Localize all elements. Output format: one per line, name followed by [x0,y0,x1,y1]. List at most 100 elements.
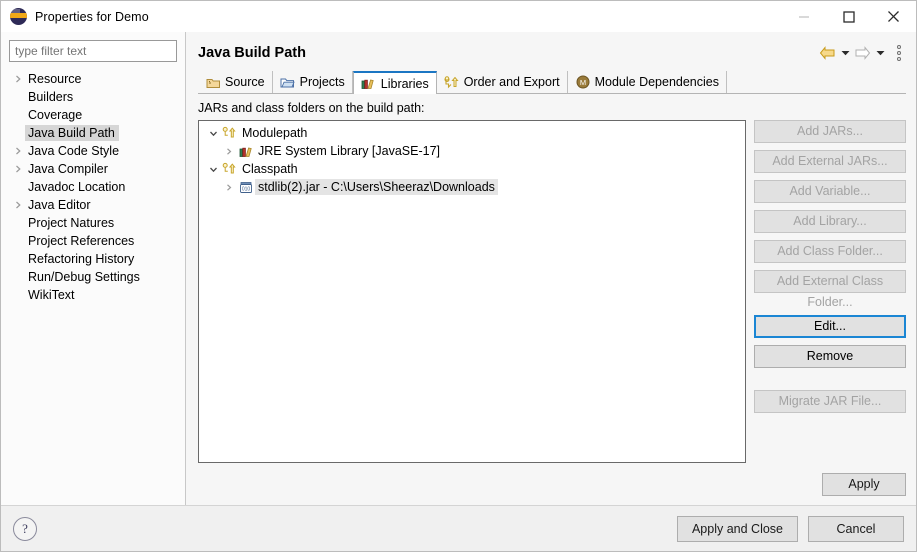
page-nav-tools [819,43,906,63]
tree-row-label: Classpath [242,162,298,176]
library-action-buttons: Add JARs... Add External JARs... Add Var… [754,120,906,463]
page-header: Java Build Path [198,38,906,68]
chevron-down-icon[interactable] [839,50,851,56]
sidebar-item-run-debug-settings[interactable]: Run/Debug Settings [1,268,185,286]
tree-row-jre-system-library[interactable]: JRE System Library [JavaSE-17] [199,142,745,160]
sidebar-item-coverage[interactable]: Coverage [1,106,185,124]
migrate-jar-file-button[interactable]: Migrate JAR File... [754,390,906,413]
tab-projects[interactable]: Projects [273,71,353,93]
chevron-down-icon[interactable] [205,129,221,138]
add-library-button[interactable]: Add Library... [754,210,906,233]
tree-row-modulepath[interactable]: Modulepath [199,124,745,142]
footer-buttons: Apply and Close Cancel [676,515,904,542]
cancel-button[interactable]: Cancel [808,515,904,542]
page-title: Java Build Path [198,45,306,61]
tab-libraries[interactable]: Libraries [352,71,437,94]
sidebar-item-java-build-path[interactable]: Java Build Path [1,124,185,142]
sidebar-item-project-natures[interactable]: Project Natures [1,214,185,232]
jar-icon: 010 [237,181,255,194]
edit-button[interactable]: Edit... [754,315,906,338]
sidebar-item-javadoc-location[interactable]: Javadoc Location [1,178,185,196]
tab-source[interactable]: Source [198,71,273,93]
tree-row-classpath[interactable]: Classpath [199,160,745,178]
button-spacer [754,300,906,308]
sidebar-item-label: Java Compiler [28,162,108,176]
settings-tree: Resource Builders Coverage Java Build Pa… [1,68,185,505]
tab-label: Order and Export [463,75,560,89]
forward-arrow-icon[interactable] [854,43,871,63]
dialog-footer: ? Apply and Close Cancel [1,505,916,551]
chevron-right-icon[interactable] [11,75,25,83]
sidebar-item-java-code-style[interactable]: Java Code Style [1,142,185,160]
sidebar-item-label: Project References [28,234,135,248]
sidebar-item-resource[interactable]: Resource [1,70,185,88]
tree-row-label: stdlib(2).jar - C:\Users\Sheeraz\Downloa… [255,179,498,195]
settings-sidebar: Resource Builders Coverage Java Build Pa… [1,32,186,505]
title-bar: Properties for Demo [1,1,916,32]
add-variable-button[interactable]: Add Variable... [754,180,906,203]
help-icon[interactable]: ? [13,516,37,541]
window-controls [781,1,916,32]
close-button[interactable] [871,1,916,32]
sidebar-item-label: Java Code Style [28,144,120,158]
sidebar-item-label: Javadoc Location [28,180,126,194]
tab-label: Module Dependencies [594,75,719,89]
tree-row-label: Modulepath [242,126,308,140]
list-and-buttons: Modulepath JRE System Library [JavaSE-17… [198,120,906,463]
window-title: Properties for Demo [35,9,149,24]
chevron-down-icon[interactable] [874,50,886,56]
chevron-right-icon[interactable] [11,147,25,155]
sidebar-item-label: Java Editor [28,198,91,212]
sidebar-item-wikitext[interactable]: WikiText [1,286,185,304]
sidebar-item-java-compiler[interactable]: Java Compiler [1,160,185,178]
add-class-folder-button[interactable]: Add Class Folder... [754,240,906,263]
sidebar-item-label: Coverage [28,108,83,122]
eclipse-icon [10,8,27,25]
tab-bar: Source Projects Libraries Order and Expo… [198,70,906,94]
filter-container [1,40,185,68]
module-circle-icon: M [575,74,591,90]
tab-label: Source [225,75,265,89]
order-export-icon [444,74,460,90]
sidebar-item-builders[interactable]: Builders [1,88,185,106]
sidebar-item-refactoring-history[interactable]: Refactoring History [1,250,185,268]
dialog-body: Resource Builders Coverage Java Build Pa… [1,32,916,505]
sidebar-item-project-references[interactable]: Project References [1,232,185,250]
source-folder-icon [205,74,221,90]
apply-and-close-button[interactable]: Apply and Close [676,515,798,542]
button-spacer [754,375,906,383]
apply-strip: Apply [198,463,906,505]
settings-page: Java Build Path Source Projects Librarie… [186,32,916,505]
back-arrow-icon[interactable] [819,43,836,63]
tab-label: Projects [299,75,345,89]
properties-dialog: Properties for Demo type filter text Res… [0,0,917,552]
maximize-button[interactable] [826,1,871,32]
tab-order-and-export[interactable]: Order and Export [437,71,568,93]
tab-label: Libraries [380,76,429,91]
tree-row-stdlib-jar[interactable]: 010 stdlib(2).jar - C:\Users\Sheeraz\Dow… [199,178,745,196]
sidebar-item-label: Refactoring History [28,252,135,266]
chevron-down-icon[interactable] [205,165,221,174]
add-external-jars-button[interactable]: Add External JARs... [754,150,906,173]
libraries-books-icon [237,145,255,158]
sidebar-item-label: Java Build Path [25,125,119,141]
remove-button[interactable]: Remove [754,345,906,368]
chevron-right-icon[interactable] [221,147,237,156]
modulepath-icon [221,126,239,140]
sidebar-item-java-editor[interactable]: Java Editor [1,196,185,214]
svg-text:010: 010 [242,186,251,192]
chevron-right-icon[interactable] [11,201,25,209]
add-jars-button[interactable]: Add JARs... [754,120,906,143]
apply-button[interactable]: Apply [822,473,906,496]
libraries-panel: JARs and class folders on the build path… [198,94,906,505]
tab-module-dependencies[interactable]: M Module Dependencies [568,71,727,93]
add-external-class-folder-button[interactable]: Add External Class Folder... [754,270,906,309]
chevron-right-icon[interactable] [221,183,237,192]
tree-row-label: JRE System Library [JavaSE-17] [258,144,441,158]
minimize-button[interactable] [781,1,826,32]
vertical-dots-icon[interactable] [892,45,906,61]
chevron-right-icon[interactable] [11,165,25,173]
filter-input[interactable] [9,40,177,62]
sidebar-item-label: WikiText [28,288,75,302]
build-path-tree[interactable]: Modulepath JRE System Library [JavaSE-17… [198,120,746,463]
